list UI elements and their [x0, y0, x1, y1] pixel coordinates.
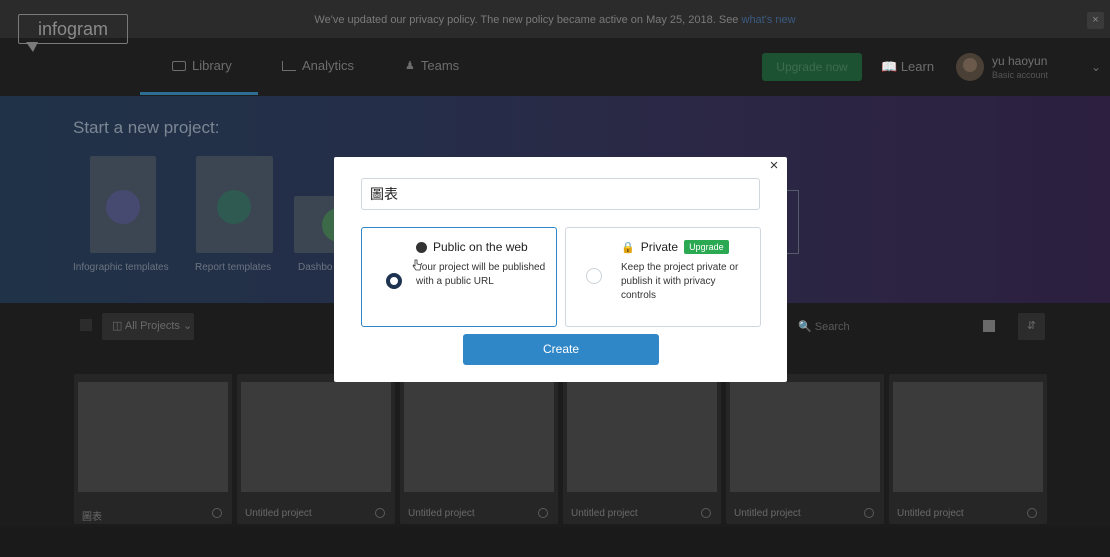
- sort-button[interactable]: ⇵: [1018, 313, 1045, 340]
- project-thumbnail: [893, 382, 1043, 492]
- upgrade-now-button[interactable]: Upgrade now: [762, 53, 862, 81]
- private-icon: [1027, 508, 1037, 518]
- tab-teams-label: Teams: [420, 58, 460, 73]
- infographic-template-card[interactable]: [90, 156, 156, 253]
- public-option-label: Public on the web: [433, 240, 528, 254]
- private-option-title: 🔒 Private Upgrade: [621, 240, 729, 254]
- globe-icon: [416, 241, 427, 253]
- project-thumbnail: [78, 382, 228, 492]
- library-icon: [172, 60, 186, 71]
- report-icon: [217, 190, 251, 224]
- project-thumbnail: [567, 382, 717, 492]
- search-placeholder: Search: [814, 321, 850, 333]
- project-card[interactable]: 圖表: [74, 374, 232, 524]
- private-icon: [864, 508, 874, 518]
- project-name: Untitled project: [897, 508, 964, 519]
- project-name-input[interactable]: 圖表: [361, 178, 760, 210]
- tab-library[interactable]: Library: [172, 58, 232, 73]
- lock-icon: 🔒: [621, 241, 635, 254]
- project-card[interactable]: Untitled project: [889, 374, 1047, 524]
- banner-close-icon[interactable]: ×: [1087, 12, 1104, 29]
- project-filter-dropdown[interactable]: ◫ All Projects ⌄: [102, 313, 194, 340]
- page-footer-area: [0, 527, 1110, 557]
- avatar[interactable]: [956, 53, 984, 81]
- private-radio[interactable]: [586, 268, 602, 284]
- project-filter-label: All Projects: [124, 320, 180, 332]
- hand-cursor-icon: [412, 259, 422, 271]
- user-account-type: Basic account: [992, 70, 1049, 80]
- logo-tail: [26, 42, 38, 52]
- grid-view-icon[interactable]: [983, 320, 995, 332]
- private-icon: [538, 508, 548, 518]
- project-card[interactable]: Untitled project: [726, 374, 884, 524]
- learn-link[interactable]: 📖 Learn: [881, 59, 934, 75]
- template-label[interactable]: Infographic templates: [73, 262, 169, 273]
- private-option-label: Private: [640, 240, 679, 254]
- project-thumbnail: [404, 382, 554, 492]
- private-option-description: Keep the project private or publish it w…: [621, 262, 739, 301]
- public-option-title: Public on the web: [416, 240, 528, 254]
- public-icon: [212, 508, 222, 518]
- analytics-icon: [282, 60, 296, 71]
- privacy-banner: We've updated our privacy policy. The ne…: [0, 0, 1110, 38]
- infogram-logo[interactable]: infogram: [18, 14, 128, 44]
- tab-analytics-label: Analytics: [302, 58, 355, 73]
- template-label[interactable]: Report templates: [195, 262, 271, 273]
- template-label[interactable]: Dashbo: [298, 262, 332, 273]
- teams-icon: ♟: [405, 60, 415, 72]
- search-input[interactable]: 🔍 Search: [798, 320, 850, 333]
- chevron-down-icon: ⌄: [182, 320, 193, 332]
- user-name[interactable]: yu haoyun: [992, 54, 1047, 68]
- project-name: Untitled project: [571, 508, 638, 519]
- report-template-card[interactable]: [196, 156, 273, 253]
- tab-teams[interactable]: ♟ Teams: [405, 58, 459, 73]
- top-nav: [0, 38, 1110, 96]
- public-icon: [375, 508, 385, 518]
- template-card-edge: [787, 190, 799, 254]
- project-card[interactable]: Untitled project: [400, 374, 558, 524]
- public-option-description: Your project will be published with a pu…: [416, 262, 546, 287]
- hero-title: Start a new project:: [73, 118, 220, 137]
- select-all-checkbox[interactable]: [80, 319, 92, 331]
- project-name: Untitled project: [245, 508, 312, 519]
- chevron-down-icon[interactable]: ⌄: [1091, 60, 1101, 74]
- folder-icon: ◫: [112, 320, 123, 332]
- tab-library-label: Library: [192, 58, 232, 73]
- project-thumbnail: [730, 382, 880, 492]
- project-card[interactable]: Untitled project: [237, 374, 395, 524]
- learn-label: Learn: [900, 59, 935, 74]
- project-name: 圖表: [82, 512, 102, 523]
- project-name: Untitled project: [408, 508, 475, 519]
- active-tab-indicator: [140, 92, 258, 95]
- close-icon[interactable]: ×: [767, 158, 781, 173]
- create-button[interactable]: Create: [463, 334, 659, 365]
- privacy-banner-text: We've updated our privacy policy. The ne…: [314, 14, 739, 26]
- public-icon: [701, 508, 711, 518]
- book-icon: 📖: [881, 59, 898, 74]
- privacy-banner-link[interactable]: what's new: [742, 14, 796, 26]
- project-card[interactable]: Untitled project: [563, 374, 721, 524]
- public-radio[interactable]: [386, 273, 402, 289]
- project-name: Untitled project: [734, 508, 801, 519]
- dashboard-template-card[interactable]: [294, 196, 356, 253]
- upgrade-badge[interactable]: Upgrade: [684, 240, 729, 254]
- infographic-icon: [106, 190, 140, 224]
- project-thumbnail: [241, 382, 391, 492]
- search-icon: 🔍: [798, 321, 812, 333]
- tab-analytics[interactable]: Analytics: [282, 58, 354, 73]
